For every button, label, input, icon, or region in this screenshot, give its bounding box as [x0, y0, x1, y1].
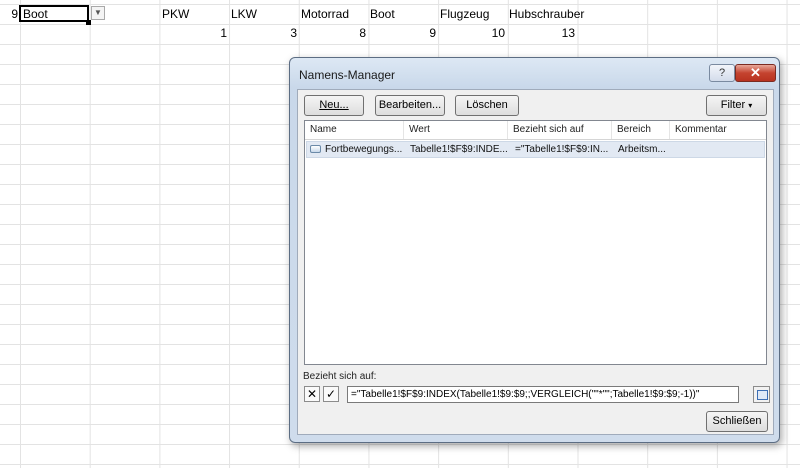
cell-header-pkw[interactable]: PKW [162, 5, 228, 24]
title-close-button[interactable]: ✕ [735, 64, 776, 82]
column-comment[interactable]: Kommentar [670, 121, 766, 139]
delete-button[interactable]: Löschen [455, 95, 519, 116]
row-comment [677, 142, 765, 157]
cell-number[interactable]: 10 [438, 24, 505, 43]
delete-button-label: Löschen [466, 99, 508, 111]
active-cell[interactable]: Boot [19, 5, 89, 22]
edit-button[interactable]: Bearbeiten... [375, 95, 445, 116]
named-range-icon [310, 145, 321, 153]
active-cell-value: Boot [23, 7, 48, 21]
edit-button-label: Bearbeiten... [378, 99, 442, 111]
cell-number[interactable]: 13 [508, 24, 575, 43]
list-header: Name Wert Bezieht sich auf Bereich Komme… [305, 121, 766, 140]
cell-header-flugzeug[interactable]: Flugzeug [440, 5, 506, 24]
refers-to-input[interactable]: ="Tabelle1!$F$9:INDEX(Tabelle1!$9:$9;;VE… [347, 386, 739, 403]
close-button[interactable]: Schließen [706, 411, 768, 432]
row-name: Fortbewegungs... [325, 144, 403, 155]
cell-number[interactable]: 1 [160, 24, 227, 43]
table-row[interactable]: Fortbewegungs... Tabelle1!$F$9:INDE... =… [306, 141, 765, 158]
name-manager-dialog: Namens-Manager ? ✕ Neu... Bearbeiten... … [289, 57, 780, 443]
help-button[interactable]: ? [709, 64, 735, 82]
cell-number[interactable]: 3 [230, 24, 297, 43]
collapse-dialog-icon[interactable] [753, 386, 770, 403]
filter-button-label: Filter [720, 99, 746, 111]
new-button[interactable]: Neu... [304, 95, 364, 116]
new-button-label: Neu... [319, 99, 349, 111]
cell-header-motorrad[interactable]: Motorrad [301, 5, 367, 24]
close-button-label: Schließen [712, 415, 762, 427]
chevron-down-icon: ▾ [748, 101, 753, 110]
cell-number[interactable]: 9 [369, 24, 436, 43]
filter-button[interactable]: Filter ▾ [706, 95, 767, 116]
names-list[interactable]: Name Wert Bezieht sich auf Bereich Komme… [304, 120, 767, 365]
column-name[interactable]: Name [305, 121, 404, 139]
cell-header-boot[interactable]: Boot [370, 5, 436, 24]
cell-number[interactable]: 8 [299, 24, 366, 43]
dialog-body: Neu... Bearbeiten... Löschen Filter ▾ Na… [297, 89, 774, 435]
refers-to-label: Bezieht sich auf: [303, 371, 377, 382]
row-value: Tabelle1!$F$9:INDE... [410, 144, 508, 155]
column-value[interactable]: Wert [404, 121, 508, 139]
dialog-title: Namens-Manager [299, 68, 396, 82]
confirm-edit-icon[interactable]: ✓ [323, 386, 339, 402]
fill-handle[interactable] [86, 20, 91, 25]
row-number: 9 [11, 7, 18, 21]
column-refers-to[interactable]: Bezieht sich auf [508, 121, 612, 139]
cancel-edit-icon[interactable]: ✕ [304, 386, 320, 402]
row-scope: Arbeitsm... [618, 144, 666, 155]
cell-header-hubschrauber[interactable]: Hubschrauber [509, 5, 589, 24]
cell-header-lkw[interactable]: LKW [231, 5, 297, 24]
validation-dropdown-button[interactable]: ▼ [91, 6, 105, 20]
column-scope[interactable]: Bereich [612, 121, 670, 139]
row-refers-to: ="Tabelle1!$F$9:IN... [515, 144, 609, 155]
